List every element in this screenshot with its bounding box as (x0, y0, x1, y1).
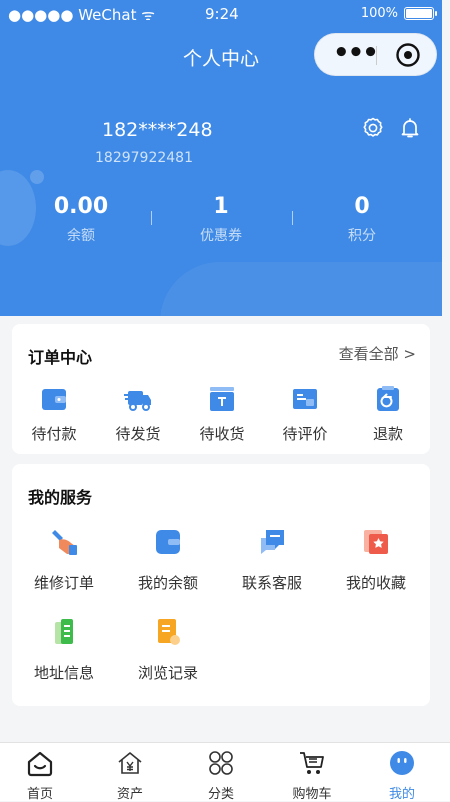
wallet-icon (42, 389, 66, 410)
carrier-label: ●●●●● WeChat ᯤ (8, 6, 155, 24)
battery-icon (404, 7, 437, 20)
order-item-label: 待评价 (282, 425, 328, 443)
tab-home[interactable]: 首页 (10, 749, 70, 802)
service-label: 浏览记录 (137, 664, 198, 682)
notification-bell-icon[interactable] (398, 116, 422, 140)
order-item-label: 待发货 (115, 425, 161, 443)
bottom-tab-bar: 首页 资产 分类 购物车 我的 (0, 742, 450, 802)
service-label: 联系客服 (241, 574, 302, 592)
service-label: 我的余额 (137, 574, 198, 592)
order-center-card: 订单中心 查看全部 > 待付款 待发货 待收货 待评价 退款 (12, 324, 430, 454)
settings-gear-icon[interactable] (361, 116, 385, 140)
decor-shape (160, 262, 442, 316)
service-label: 地址信息 (33, 664, 94, 682)
profile-face-icon (390, 751, 414, 775)
wifi-icon: ᯤ (136, 6, 155, 24)
order-pending-receipt[interactable]: 待收货 (182, 384, 262, 444)
battery-indicator: 100% (360, 6, 437, 21)
close-target-icon[interactable] (395, 42, 421, 68)
user-name: 182****248 (102, 119, 213, 141)
service-my-favorites[interactable]: 我的收藏 (324, 526, 428, 593)
tab-label: 我的 (388, 787, 415, 802)
refund-icon (377, 386, 399, 411)
tab-assets[interactable]: 资产 (100, 749, 160, 802)
user-phone: 18297922481 (95, 150, 193, 166)
stat-balance[interactable]: 0.00 余额 (21, 194, 141, 245)
home-icon (27, 751, 53, 777)
stat-value: 0 (354, 194, 370, 219)
order-refund[interactable]: 退款 (348, 384, 428, 444)
order-pending-shipment[interactable]: 待发货 (98, 384, 178, 444)
stat-label: 积分 (348, 228, 376, 244)
my-services-card: 我的服务 维修订单 我的余额 联系客服 我的收藏 地址信息 浏览记录 (12, 464, 430, 706)
order-pending-review[interactable]: 待评价 (265, 384, 345, 444)
service-contact-support[interactable]: 联系客服 (220, 526, 324, 593)
history-doc-icon (158, 619, 180, 645)
service-repair-orders[interactable]: 维修订单 (12, 526, 116, 593)
grid-icon (209, 751, 233, 775)
tab-label: 分类 (207, 787, 234, 802)
tab-label: 资产 (116, 787, 143, 802)
mini-program-capsule[interactable]: ••• (314, 33, 437, 76)
service-my-balance[interactable]: 我的余额 (116, 526, 220, 593)
account-stats: 0.00 余额 1 优惠券 0 积分 (0, 194, 442, 254)
profile-header: ●●●●● WeChat ᯤ 9:24 100% 个人中心 ••• 182***… (0, 0, 442, 316)
stat-label: 优惠券 (200, 228, 242, 244)
star-folder-icon (364, 530, 388, 554)
stat-points[interactable]: 0 积分 (302, 194, 422, 245)
stat-divider (151, 211, 152, 225)
stat-label: 余额 (67, 228, 95, 244)
order-item-label: 待收货 (199, 425, 245, 443)
my-services-title: 我的服务 (28, 488, 93, 507)
comment-card-icon (293, 389, 317, 409)
box-icon (210, 387, 234, 411)
cart-icon (300, 752, 324, 774)
tab-label: 购物车 (292, 787, 332, 802)
capsule-divider (376, 46, 377, 65)
chat-icon (261, 530, 284, 554)
truck-icon (124, 391, 151, 411)
stat-value: 0.00 (53, 194, 109, 219)
service-label: 我的收藏 (345, 574, 406, 592)
service-address-info[interactable]: 地址信息 (12, 616, 116, 683)
more-dots-icon[interactable]: ••• (333, 38, 379, 68)
wallet-icon (156, 530, 180, 554)
service-browse-history[interactable]: 浏览记录 (116, 616, 220, 683)
tab-mine[interactable]: 我的 (372, 749, 432, 802)
stat-coupons[interactable]: 1 优惠券 (161, 194, 281, 245)
order-item-label: 待付款 (31, 425, 77, 443)
wrench-hand-icon (52, 530, 77, 555)
service-label: 维修订单 (33, 574, 94, 592)
tab-label: 首页 (26, 787, 53, 802)
yuan-house-icon (118, 752, 142, 774)
order-item-label: 退款 (372, 425, 403, 443)
battery-percent: 100% (360, 6, 398, 21)
status-bar: ●●●●● WeChat ᯤ 9:24 100% (0, 0, 442, 28)
tab-cart[interactable]: 购物车 (282, 749, 342, 802)
stat-divider (292, 211, 293, 225)
decor-dot (30, 170, 44, 184)
tab-category[interactable]: 分类 (191, 749, 251, 802)
view-all-orders-link[interactable]: 查看全部 > (339, 343, 416, 364)
order-pending-payment[interactable]: 待付款 (14, 384, 94, 444)
clock: 9:24 (205, 5, 239, 23)
stat-value: 1 (213, 194, 229, 219)
address-doc-icon (55, 619, 73, 644)
order-center-title: 订单中心 (28, 348, 93, 367)
